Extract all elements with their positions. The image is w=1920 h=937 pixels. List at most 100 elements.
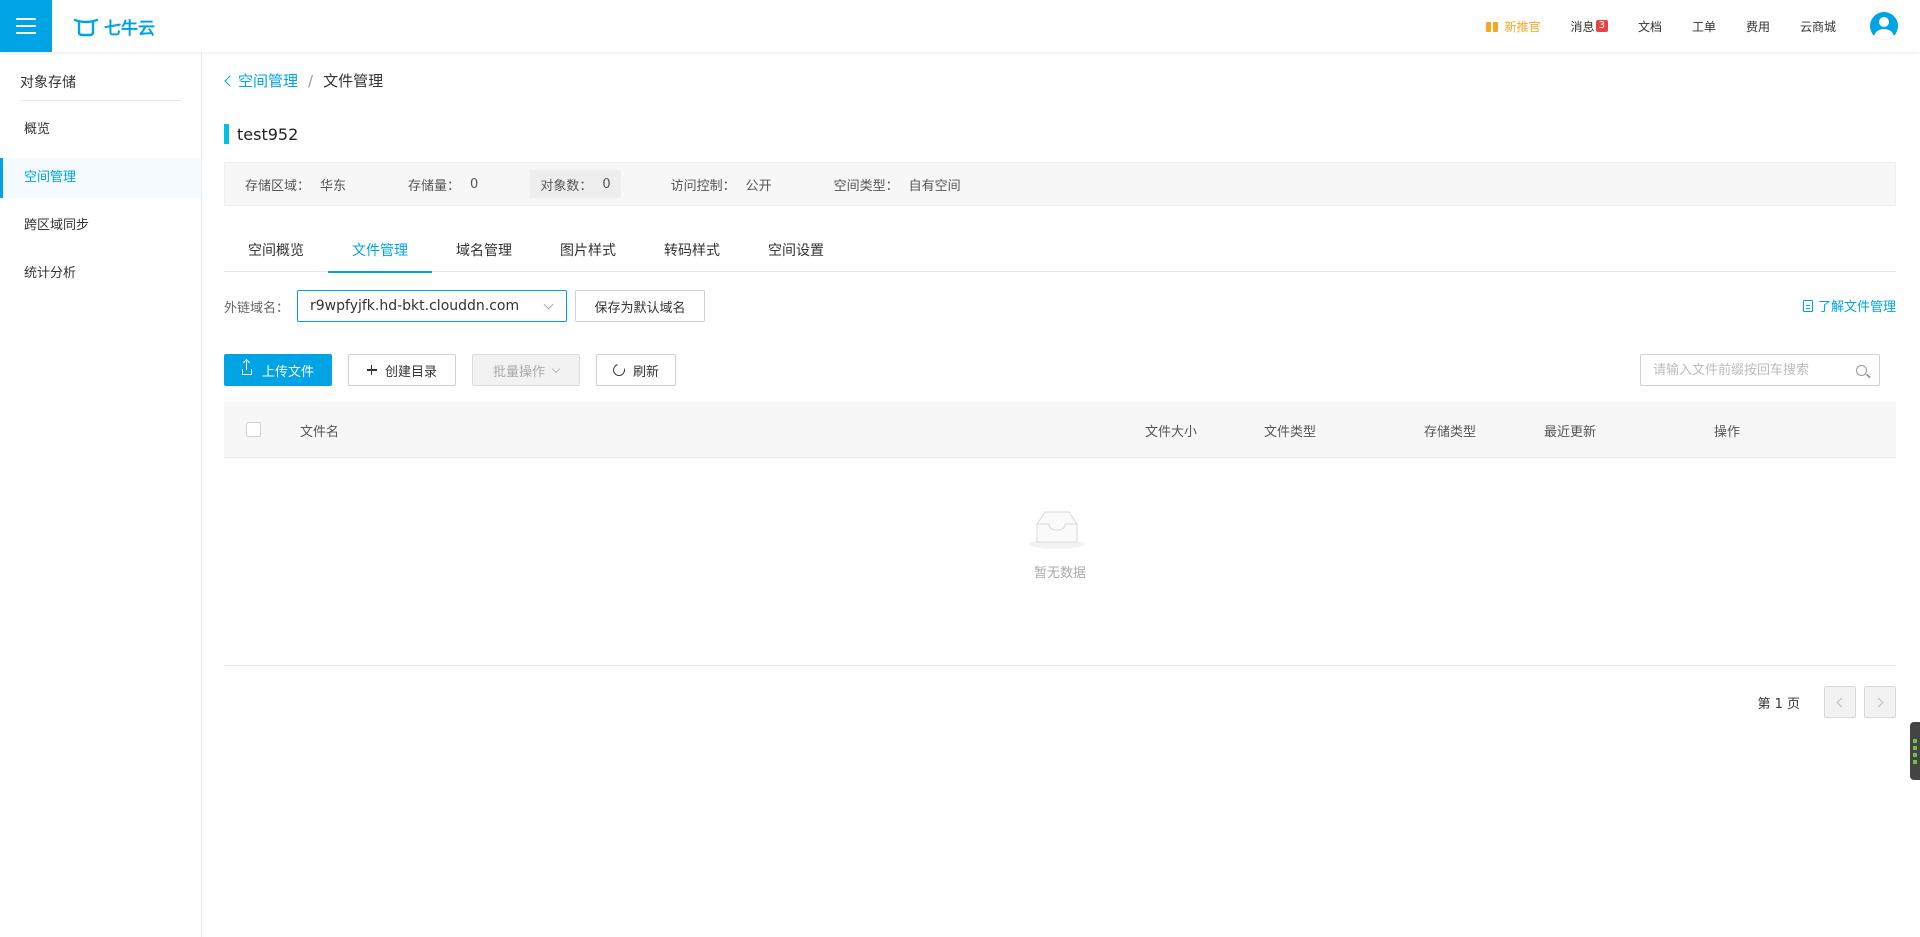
bucket-type-label: 空间类型：: [833, 178, 899, 194]
save-default-domain-button[interactable]: 保存为默认域名: [575, 290, 706, 322]
access-value: 公开: [745, 178, 772, 194]
sidebar-item-bucket-management[interactable]: 空间管理: [0, 158, 201, 198]
main-content: 空间管理 / 文件管理 test952 存储区域： 华东 存储量： 0 对象数：…: [224, 52, 1896, 937]
handle-dot: [1913, 745, 1917, 750]
refresh-label: 刷新: [632, 364, 659, 380]
sidebar-item-statistics[interactable]: 统计分析: [0, 254, 201, 294]
column-header-updated[interactable]: 最近更新: [1544, 421, 1596, 440]
document-icon: [1802, 299, 1813, 312]
learn-link-label: 了解文件管理: [1817, 300, 1896, 315]
breadcrumb-current: 文件管理: [323, 72, 384, 90]
docs-link[interactable]: 文档: [1638, 18, 1662, 35]
storage-value: 0: [470, 176, 479, 192]
upload-icon: [241, 361, 252, 375]
table-header: 文件名 文件大小 文件类型 存储类型 最近更新 操作: [224, 402, 1896, 458]
column-header-size[interactable]: 文件大小: [1145, 421, 1197, 440]
domain-select-value: r9wpfyjfk.hd-bkt.clouddn.com: [310, 298, 520, 314]
sidebar-title: 对象存储: [20, 75, 76, 91]
breadcrumb-separator: /: [308, 71, 314, 90]
access-label: 访问控制：: [670, 178, 736, 194]
info-objects: 对象数： 0: [530, 170, 621, 198]
promo-link[interactable]: 新推官: [1485, 18, 1541, 35]
action-toolbar: 上传文件 创建目录 批量操作 刷新: [224, 354, 1896, 386]
gift-icon: [1485, 19, 1499, 33]
refresh-icon: [610, 361, 628, 379]
batch-actions-dropdown[interactable]: 批量操作: [472, 354, 580, 386]
select-all-checkbox[interactable]: [246, 422, 261, 437]
hamburger-icon: [16, 18, 36, 34]
sidebar-item-cross-region-sync[interactable]: 跨区域同步: [0, 206, 201, 246]
region-value: 华东: [320, 178, 347, 194]
file-search-box[interactable]: [1640, 354, 1880, 386]
breadcrumb-back-link[interactable]: 空间管理: [224, 70, 298, 91]
domain-row: 外链域名： r9wpfyjfk.hd-bkt.clouddn.com 保存为默认…: [224, 290, 1896, 322]
pagination: 第 1 页: [1757, 686, 1896, 718]
chevron-down-icon: [551, 364, 561, 373]
empty-state-text: 暂无数据: [1033, 566, 1086, 581]
chevron-down-icon: [543, 299, 554, 310]
info-storage: 存储量： 0: [398, 170, 488, 198]
tickets-link[interactable]: 工单: [1692, 18, 1716, 35]
info-access: 访问控制： 公开: [661, 170, 782, 198]
logo[interactable]: 七牛云: [72, 14, 155, 39]
empty-state: 暂无数据: [224, 458, 1896, 666]
create-directory-button[interactable]: 创建目录: [348, 354, 456, 386]
floating-side-handle[interactable]: [1910, 722, 1920, 780]
handle-dot: [1913, 738, 1917, 743]
empty-inbox-icon: [1029, 511, 1085, 549]
top-navbar: 七牛云 新推官 消息 3 文档 工单 费用 云商城: [0, 0, 1920, 52]
file-search-input[interactable]: [1653, 362, 1856, 378]
handle-dot: [1913, 752, 1917, 757]
handle-dot: [1913, 759, 1917, 764]
sidebar: 对象存储 概览 空间管理 跨区域同步 统计分析: [0, 52, 202, 937]
file-table: 文件名 文件大小 文件类型 存储类型 最近更新 操作 暂无数据: [224, 402, 1896, 666]
messages-link[interactable]: 消息 3: [1571, 18, 1608, 35]
menu-toggle-button[interactable]: [0, 0, 52, 52]
prev-page-button[interactable]: [1824, 686, 1856, 718]
search-icon[interactable]: [1856, 364, 1867, 376]
marketplace-link[interactable]: 云商城: [1800, 18, 1836, 35]
column-header-storage-type[interactable]: 存储类型: [1424, 421, 1476, 440]
next-page-button[interactable]: [1864, 686, 1896, 718]
info-bucket-type: 空间类型： 自有空间: [824, 170, 971, 198]
region-label: 存储区域：: [245, 178, 311, 194]
refresh-button[interactable]: 刷新: [596, 354, 676, 386]
bucket-type-value: 自有空间: [908, 178, 961, 194]
column-header-name[interactable]: 文件名: [300, 421, 339, 440]
column-header-actions: 操作: [1714, 425, 1741, 440]
chevron-left-icon: [224, 74, 236, 87]
tab-image-styles[interactable]: 图片样式: [536, 230, 640, 272]
user-avatar[interactable]: [1870, 12, 1898, 40]
objects-value: 0: [602, 176, 611, 192]
learn-file-management-link[interactable]: 了解文件管理: [1802, 296, 1896, 315]
tab-bucket-settings[interactable]: 空间设置: [744, 230, 848, 272]
column-header-type[interactable]: 文件类型: [1264, 421, 1316, 440]
breadcrumb: 空间管理 / 文件管理: [224, 70, 383, 91]
create-directory-label: 创建目录: [384, 364, 437, 380]
chevron-right-icon: [1873, 697, 1884, 707]
upload-file-button[interactable]: 上传文件: [224, 354, 332, 386]
messages-count-badge: 3: [1595, 20, 1608, 32]
qiniu-logo-icon: [73, 18, 99, 36]
bucket-name: test952: [237, 124, 299, 144]
info-region: 存储区域： 华东: [235, 170, 356, 198]
breadcrumb-back-label: 空间管理: [238, 72, 299, 90]
tab-overview[interactable]: 空间概览: [224, 230, 328, 272]
sidebar-divider: [20, 100, 182, 101]
tab-transcode-styles[interactable]: 转码样式: [640, 230, 744, 272]
promo-label: 新推官: [1504, 19, 1541, 34]
upload-label: 上传文件: [261, 364, 314, 380]
objects-label: 对象数：: [540, 178, 593, 194]
domain-select[interactable]: r9wpfyjfk.hd-bkt.clouddn.com: [297, 290, 568, 322]
tab-file-management[interactable]: 文件管理: [328, 230, 432, 273]
bucket-info-bar: 存储区域： 华东 存储量： 0 对象数： 0 访问控制： 公开 空间类型： 自有…: [224, 162, 1896, 206]
chevron-left-icon: [1836, 697, 1847, 707]
tab-domain-management[interactable]: 域名管理: [432, 230, 536, 272]
domain-label: 外链域名：: [224, 300, 290, 316]
billing-link[interactable]: 费用: [1746, 18, 1770, 35]
messages-label: 消息: [1570, 19, 1595, 34]
bucket-title: test952: [224, 124, 298, 144]
plus-icon: [366, 365, 377, 375]
sidebar-item-overview[interactable]: 概览: [0, 110, 201, 150]
batch-actions-label: 批量操作: [492, 364, 545, 380]
